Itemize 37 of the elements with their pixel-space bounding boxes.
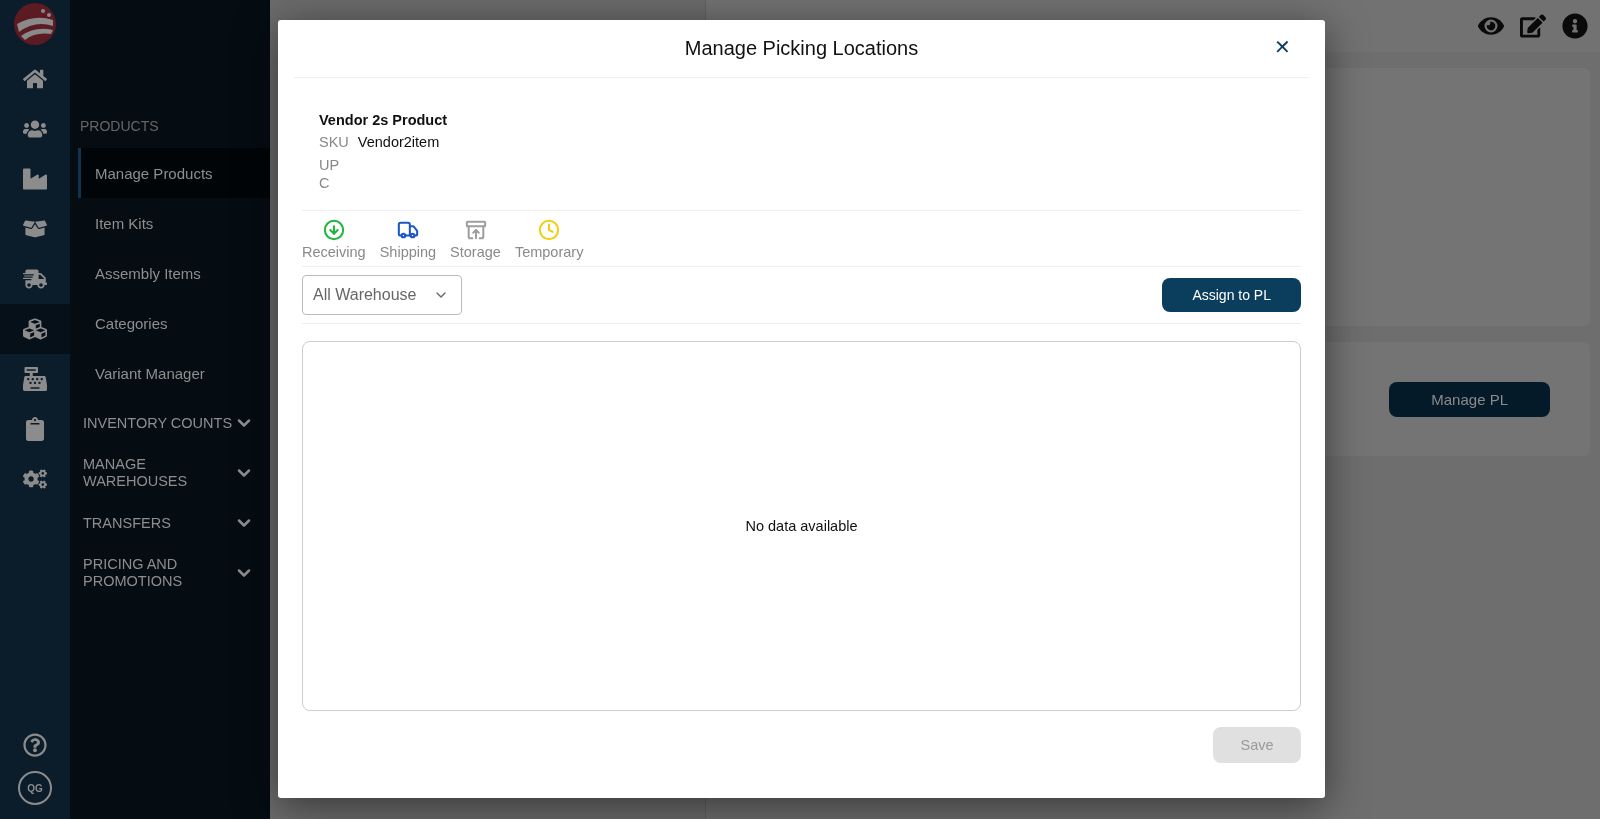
sidebar-group[interactable]: TRANSFERS xyxy=(83,514,233,532)
legend-label: Receiving xyxy=(302,244,366,260)
help-icon[interactable] xyxy=(23,733,47,757)
register-icon xyxy=(23,367,47,391)
clipboard-icon xyxy=(23,417,47,441)
info-icon[interactable] xyxy=(1562,13,1588,39)
dialog-title: Manage Picking Locations xyxy=(684,37,919,60)
assign-button[interactable]: Assign to PL xyxy=(1162,278,1301,312)
logo-icon xyxy=(13,2,57,46)
sku-label: SKU xyxy=(319,134,349,150)
warehouse-select[interactable]: All Warehouse xyxy=(302,275,462,315)
close-button[interactable]: ✕ xyxy=(1268,34,1297,60)
sidebar-item[interactable]: Item Kits xyxy=(78,198,270,248)
sidebar-group[interactable]: MANAGE WAREHOUSES xyxy=(83,456,233,490)
sidebar-group[interactable]: PRICING AND PROMOTIONS xyxy=(83,556,233,590)
legend-label: Shipping xyxy=(379,244,437,260)
sidebar-item[interactable]: Categories xyxy=(78,298,270,348)
manage-pl-button[interactable]: Manage PL xyxy=(1389,381,1550,417)
nav-rail-item[interactable] xyxy=(0,304,70,354)
sku-value: Vendor2item xyxy=(357,134,440,150)
boxes-icon xyxy=(23,317,47,341)
section-heading: PRODUCTS xyxy=(79,118,160,136)
upc-label: UPC xyxy=(319,156,341,192)
user-avatar[interactable]: QG xyxy=(18,771,52,805)
edit-icon[interactable] xyxy=(1520,13,1546,39)
gears-icon xyxy=(23,467,47,491)
home-icon xyxy=(23,67,47,91)
legend-label: Storage xyxy=(450,244,501,260)
sidebar-item[interactable]: Assembly Items xyxy=(78,248,270,298)
truck-icon xyxy=(23,267,47,291)
product-name: Vendor 2s Product xyxy=(319,112,449,128)
sidebar-group[interactable]: INVENTORY COUNTS xyxy=(83,414,233,432)
factory-icon xyxy=(23,167,47,191)
legend-label: Temporary xyxy=(514,244,584,260)
sidebar-item[interactable]: Variant Manager xyxy=(78,348,270,398)
sidebar-item[interactable]: Manage Products xyxy=(78,148,270,198)
empty-message: No data available xyxy=(745,518,858,534)
